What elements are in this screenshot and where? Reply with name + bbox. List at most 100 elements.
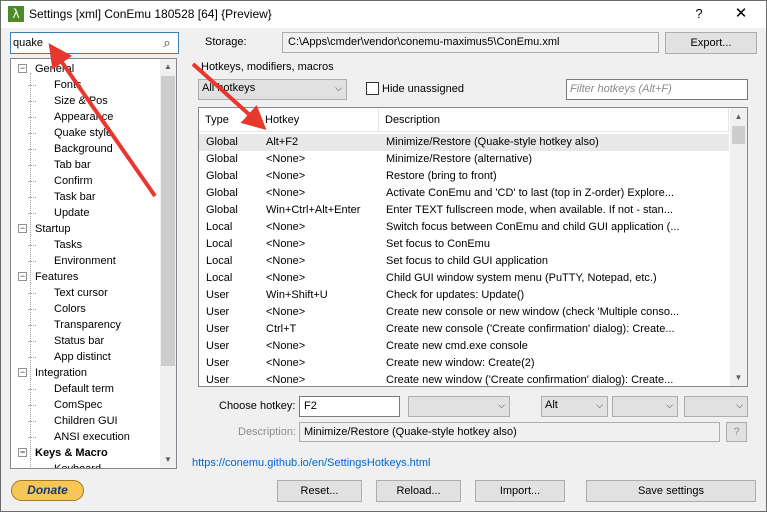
table-scroll-thumb[interactable]	[732, 126, 745, 144]
modifier-value: Alt	[545, 399, 558, 411]
tree-item[interactable]: Update	[13, 205, 158, 221]
table-row[interactable]: Global <None> Restore (bring to front)	[199, 168, 729, 185]
table-row[interactable]: Global <None> Activate ConEmu and 'CD' to …	[199, 185, 729, 202]
collapse-icon[interactable]: −	[18, 272, 27, 281]
filter-hotkeys-field[interactable]: Filter hotkeys (Alt+F)	[566, 79, 748, 100]
table-row[interactable]: Local <None> Switch focus between ConEmu a…	[199, 219, 729, 236]
tree-item[interactable]: Fonts	[13, 77, 158, 93]
tree-item[interactable]: Tab bar	[13, 157, 158, 173]
help-link[interactable]: https://conemu.github.io/en/SettingsHotk…	[192, 457, 430, 469]
table-row[interactable]: User <None> Create new cmd.exe console	[199, 338, 729, 355]
tree-scroll-thumb[interactable]	[161, 76, 175, 366]
chevron-down-icon: ⌵	[666, 400, 673, 410]
storage-label: Storage:	[205, 36, 247, 48]
title-bar[interactable]: λ Settings [xml] ConEmu 180528 [64] {Pre…	[1, 1, 766, 28]
tree-item-label: Environment	[54, 255, 116, 267]
cell-hotkey: <None>	[266, 272, 306, 284]
tree-item[interactable]: Environment	[13, 253, 158, 269]
export-button[interactable]: Export...	[665, 32, 757, 54]
tree-item[interactable]: − Integration	[13, 365, 158, 381]
chevron-down-icon: ⌵	[736, 400, 743, 410]
tree-item[interactable]: ANSI execution	[13, 429, 158, 445]
hotkey-key-combo[interactable]: ⌵	[408, 396, 510, 417]
tree-item[interactable]: Status bar	[13, 333, 158, 349]
table-scrollbar[interactable]: ▲ ▼	[730, 108, 747, 386]
scroll-down-icon[interactable]: ▼	[730, 369, 747, 386]
storage-path-field[interactable]: C:\Apps\cmder\vendor\conemu-maximus5\Con…	[282, 32, 659, 53]
collapse-icon[interactable]: −	[18, 448, 27, 457]
tree-item[interactable]: Task bar	[13, 189, 158, 205]
tree-item[interactable]: Default term	[13, 381, 158, 397]
table-row[interactable]: User <None> Create new console or new wind…	[199, 304, 729, 321]
cell-hotkey: <None>	[266, 187, 306, 199]
import-button[interactable]: Import...	[475, 480, 565, 502]
scroll-up-icon[interactable]: ▲	[730, 108, 747, 125]
column-header-type[interactable]: Type	[199, 108, 259, 132]
tree-scrollbar[interactable]: ▲ ▼	[160, 59, 176, 468]
hotkeys-table[interactable]: Type Hotkey Description ▲ ▼ Global Alt+F2…	[198, 107, 748, 387]
hide-unassigned-label[interactable]: Hide unassigned	[382, 83, 464, 95]
scroll-down-icon[interactable]: ▼	[160, 452, 176, 468]
tree-item[interactable]: Transparency	[13, 317, 158, 333]
tree-item[interactable]: Text cursor	[13, 285, 158, 301]
column-header-hotkey[interactable]: Hotkey	[259, 108, 379, 132]
tree-item[interactable]: Tasks	[13, 237, 158, 253]
table-row[interactable]: Local <None> Child GUI window system menu …	[199, 270, 729, 287]
donate-button[interactable]: Donate	[11, 480, 84, 501]
cell-type: User	[206, 374, 230, 386]
table-row[interactable]: User Win+Shift+U Check for updates: Update…	[199, 287, 729, 304]
tree-item[interactable]: Quake style	[13, 125, 158, 141]
tree-item[interactable]: Keyboard	[13, 461, 158, 469]
collapse-icon[interactable]: −	[18, 64, 27, 73]
tree-item[interactable]: Size & Pos	[13, 93, 158, 109]
tree-item-label: Integration	[35, 367, 87, 379]
modifier3-combo[interactable]: ⌵	[684, 396, 748, 417]
modifier-combo[interactable]: Alt ⌵	[541, 396, 608, 417]
chevron-down-icon: ⌵	[596, 400, 603, 410]
table-row[interactable]: Local <None> Set focus to child GUI applic…	[199, 253, 729, 270]
tree-item[interactable]: Appearance	[13, 109, 158, 125]
tree-item[interactable]: Colors	[13, 301, 158, 317]
cell-type: Global	[206, 204, 238, 216]
cell-type: Local	[206, 255, 233, 267]
save-settings-button[interactable]: Save settings	[586, 480, 756, 502]
column-header-description[interactable]: Description	[379, 108, 729, 132]
table-row[interactable]: User <None> Create new window ('Create con…	[199, 372, 729, 386]
tree-item[interactable]: − Startup	[13, 221, 158, 237]
cell-type: Global	[206, 153, 238, 165]
cell-hotkey: <None>	[266, 374, 306, 386]
settings-window: λ Settings [xml] ConEmu 180528 [64] {Pre…	[0, 0, 767, 512]
help-icon[interactable]: ?	[684, 4, 714, 24]
collapse-icon[interactable]: −	[18, 368, 27, 377]
search-icon[interactable]: ⌕	[159, 35, 175, 51]
table-row[interactable]: Local <None> Set focus to ConEmu	[199, 236, 729, 253]
tree-item[interactable]: − Features	[13, 269, 158, 285]
hotkey-key-field[interactable]: F2	[299, 396, 400, 417]
cell-hotkey: <None>	[266, 221, 306, 233]
table-row[interactable]: Global <None> Minimize/Restore (alternativ…	[199, 151, 729, 168]
hotkey-filter-combo[interactable]: All hotkeys ⌵	[198, 79, 347, 100]
tree-item[interactable]: Children GUI	[13, 413, 158, 429]
hide-unassigned-checkbox[interactable]	[366, 82, 379, 95]
tree-item[interactable]: − General	[13, 61, 158, 77]
tree-item[interactable]: − Keys & Macro	[13, 445, 158, 461]
scroll-up-icon[interactable]: ▲	[160, 59, 176, 75]
close-icon[interactable]: ✕	[726, 4, 756, 24]
tree-item-label: Keyboard	[54, 463, 102, 469]
table-row[interactable]: User Ctrl+T Create new console ('Create co…	[199, 321, 729, 338]
settings-tree[interactable]: ▲ ▼ − General Fonts Size & Pos Appearance Qua…	[10, 58, 177, 469]
table-row[interactable]: Global Win+Ctrl+Alt+Enter Enter TEXT fulls…	[199, 202, 729, 219]
table-row[interactable]: Global Alt+F2 Minimize/Restore (Quake-styl…	[199, 134, 729, 151]
macro-help-button[interactable]: ?	[726, 422, 747, 442]
tree-item[interactable]: Background	[13, 141, 158, 157]
reset-button[interactable]: Reset...	[277, 480, 362, 502]
modifier2-combo[interactable]: ⌵	[612, 396, 678, 417]
collapse-icon[interactable]: −	[18, 224, 27, 233]
tree-item[interactable]: App distinct	[13, 349, 158, 365]
reload-button[interactable]: Reload...	[376, 480, 461, 502]
search-input[interactable]	[13, 35, 158, 51]
tree-item[interactable]: Confirm	[13, 173, 158, 189]
tree-item[interactable]: ComSpec	[13, 397, 158, 413]
tree-connector	[30, 73, 31, 468]
table-row[interactable]: User <None> Create new window: Create(2)	[199, 355, 729, 372]
